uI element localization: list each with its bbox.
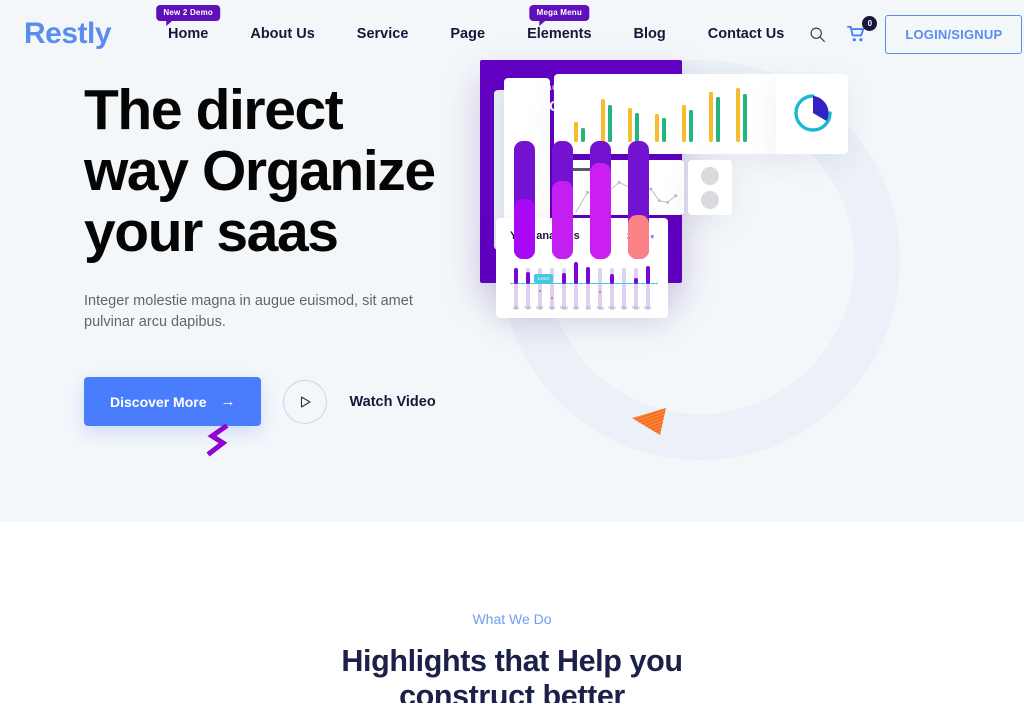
nav-label-contact-us: Contact Us bbox=[707, 26, 785, 42]
mini-avatar-list-card bbox=[688, 160, 732, 215]
hero-title-line-1: The direct bbox=[84, 78, 344, 142]
month-label: Mar bbox=[536, 305, 544, 310]
triangle-decoration bbox=[632, 408, 666, 435]
month-label: Jul bbox=[585, 305, 591, 310]
storage-bar bbox=[552, 181, 573, 259]
arrow-right-icon: → bbox=[220, 393, 236, 410]
month-label: Sep bbox=[608, 305, 616, 310]
search-icon[interactable] bbox=[805, 22, 829, 46]
mini-pie-chart-card bbox=[776, 74, 848, 154]
month-label: Jun bbox=[572, 305, 580, 310]
site-logo[interactable]: Restly bbox=[24, 17, 112, 51]
bar-group bbox=[574, 88, 747, 142]
nav-label-blog: Blog bbox=[633, 26, 666, 42]
what-we-do-section: What We Do Highlights that Help you cons… bbox=[0, 522, 1024, 703]
nav-label-home: Home bbox=[168, 26, 209, 42]
month-label: Oct bbox=[620, 305, 628, 310]
month-label: Apr bbox=[548, 305, 556, 310]
watch-video-play-button[interactable] bbox=[283, 379, 328, 424]
nav-item-about-us[interactable]: About Us bbox=[229, 0, 335, 68]
section-title-line-1: Highlights that Help you bbox=[341, 644, 683, 678]
cart-icon[interactable]: 0 bbox=[845, 16, 878, 46]
hero-subtitle: Integer molestie magna in augue euismod,… bbox=[84, 293, 413, 330]
nav-label-page: Page bbox=[450, 26, 486, 42]
year-analysis-chart: Level Jan Feb Mar Apr May Jun Jul Aug Se… bbox=[510, 252, 658, 310]
nav-label-about-us: About Us bbox=[250, 26, 315, 42]
storage-bar bbox=[514, 199, 535, 259]
navbar-actions: 0 LOGIN/SIGNUP bbox=[805, 14, 1024, 54]
avatar bbox=[701, 191, 719, 209]
nav-item-home[interactable]: New 2 Demo Home bbox=[147, 0, 229, 68]
month-label: Dec bbox=[644, 305, 652, 310]
month-label: May bbox=[560, 305, 568, 310]
watch-video-label[interactable]: Watch Video bbox=[349, 394, 435, 410]
month-label: Jan bbox=[512, 305, 520, 310]
nav-label-elements: Elements bbox=[527, 26, 592, 42]
nav-item-page[interactable]: Page bbox=[429, 0, 506, 68]
nav-badge-home: New 2 Demo bbox=[156, 5, 220, 26]
storage-bar bbox=[628, 215, 649, 259]
nav-label-service: Service bbox=[356, 26, 409, 42]
zigzag-decoration bbox=[206, 423, 229, 457]
nav-item-blog[interactable]: Blog bbox=[613, 0, 687, 68]
month-label: Aug bbox=[596, 305, 604, 310]
section-title-line-2: construct better bbox=[399, 679, 625, 703]
hero-title: The direct way Organize your saas bbox=[84, 80, 504, 263]
nav-links: New 2 Demo Home About Us Service Page Me… bbox=[147, 0, 805, 68]
month-label: Feb bbox=[524, 305, 532, 310]
hero-title-line-2: way Organize bbox=[84, 139, 436, 203]
hero-cta-group: Discover More → Watch Video bbox=[84, 377, 504, 457]
year-chart-tooltip: Level bbox=[534, 274, 553, 283]
nav-item-contact-us[interactable]: Contact Us bbox=[687, 0, 806, 68]
section-title: Highlights that Help you construct bette… bbox=[341, 644, 683, 703]
nav-item-service[interactable]: Service bbox=[336, 0, 430, 68]
hero-illustration: Year analysis 2019 ▾ bbox=[480, 60, 1024, 520]
main-navbar: Restly New 2 Demo Home About Us Service … bbox=[0, 0, 1024, 68]
landing-page: Restly New 2 Demo Home About Us Service … bbox=[0, 0, 1024, 703]
storage-bar-chart bbox=[508, 141, 654, 259]
login-signup-button[interactable]: LOGIN/SIGNUP bbox=[885, 14, 1023, 54]
hero-title-line-3: your saas bbox=[84, 200, 339, 264]
discover-more-button[interactable]: Discover More → bbox=[84, 377, 262, 426]
hero-content: The direct way Organize your saas Intege… bbox=[84, 80, 504, 457]
month-label: Nov bbox=[632, 305, 640, 310]
donut-chart-icon bbox=[794, 94, 832, 132]
nav-item-elements[interactable]: Mega Menu Elements bbox=[506, 0, 612, 68]
avatar bbox=[701, 167, 719, 185]
storage-bar bbox=[590, 163, 611, 259]
cart-count-badge: 0 bbox=[862, 16, 878, 31]
section-eyebrow: What We Do bbox=[472, 611, 552, 627]
play-icon bbox=[300, 395, 311, 408]
discover-more-label: Discover More bbox=[110, 393, 207, 410]
nav-badge-elements: Mega Menu bbox=[529, 5, 589, 26]
